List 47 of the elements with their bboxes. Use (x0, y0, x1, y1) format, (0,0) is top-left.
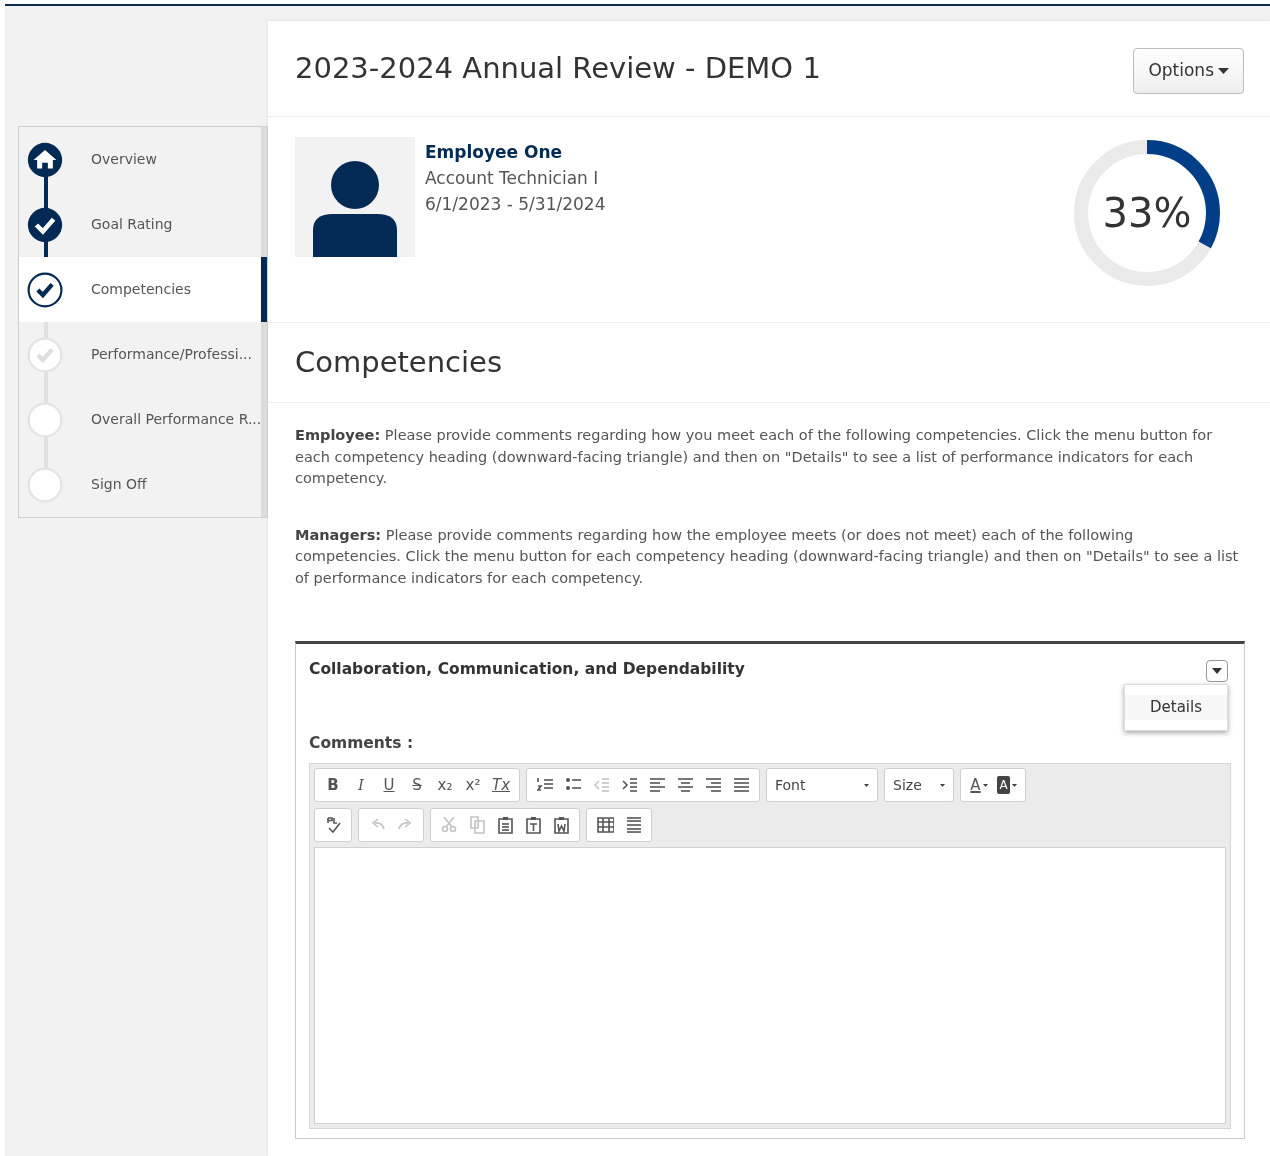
superscript-button[interactable]: x² (460, 772, 486, 799)
page-title: 2023-2024 Annual Review - DEMO 1 (295, 50, 821, 87)
align-right-icon (704, 776, 722, 795)
caret-icon (1011, 783, 1017, 787)
font-select[interactable]: Font (767, 770, 877, 801)
justify-icon (732, 776, 750, 795)
step-item[interactable]: Competencies (19, 257, 267, 322)
underline-button[interactable]: U (376, 772, 402, 799)
comments-label: Comments : (309, 733, 415, 754)
italic-button[interactable]: I (348, 772, 374, 799)
background-color-button[interactable]: A (994, 772, 1020, 799)
avatar-icon (295, 137, 415, 257)
job-title: Account Technician I (425, 167, 600, 190)
scissors-icon (440, 816, 458, 835)
align-center-icon (676, 776, 694, 795)
section-title: Competencies (295, 343, 503, 381)
instruction-text: Employee: Please provide comments regarding how you meet each of the following competencies. Click the menu button for each competency heading (downward-facing triangle) and then on "Details" to see a list of performance indicators for each competency. (295, 426, 1214, 488)
comments-field[interactable] (314, 847, 1226, 1125)
spellcheck-icon (324, 816, 342, 835)
clear-format-button[interactable]: Tx (488, 772, 514, 799)
clipboard-icon (552, 816, 570, 835)
size-select[interactable]: Size (885, 770, 953, 801)
options-button[interactable]: Options (1133, 48, 1244, 94)
caret-icon (1218, 68, 1229, 74)
bold-button[interactable]: B (320, 772, 346, 799)
align-left-icon (648, 776, 666, 795)
review-period: 6/1/2023 - 5/31/2024 (425, 193, 606, 216)
caret-icon (940, 783, 945, 787)
text-color-button[interactable]: A (966, 772, 992, 799)
horizontal-rule-icon (624, 816, 642, 835)
menu-button[interactable] (1206, 660, 1228, 682)
caret-icon (982, 783, 988, 787)
subscript-button[interactable]: x₂ (432, 772, 458, 799)
competency-title: Collaboration, Communication, and Dependability (309, 659, 745, 680)
instruction-text: Managers: Please provide comments regarding how the employee meets (or does not meet) each of the following competencies. Click the menu button for each competency heading (downward-facing triangle) and then on "Details" to see a list of performance indicators for each competency. (295, 525, 1240, 588)
copy-icon (468, 816, 486, 835)
table-icon (596, 816, 614, 835)
caret-icon (864, 783, 869, 787)
outdent-icon (592, 776, 610, 795)
indent-icon (620, 776, 638, 795)
clipboard-icon (496, 816, 514, 835)
caret-icon (1212, 668, 1222, 674)
clipboard-icon (524, 816, 542, 835)
employee-name: Employee One (425, 141, 564, 164)
menu-item[interactable]: Details (1125, 695, 1227, 720)
progress-percent: 33% (1101, 189, 1193, 238)
strikethrough-button[interactable]: S (404, 772, 430, 799)
